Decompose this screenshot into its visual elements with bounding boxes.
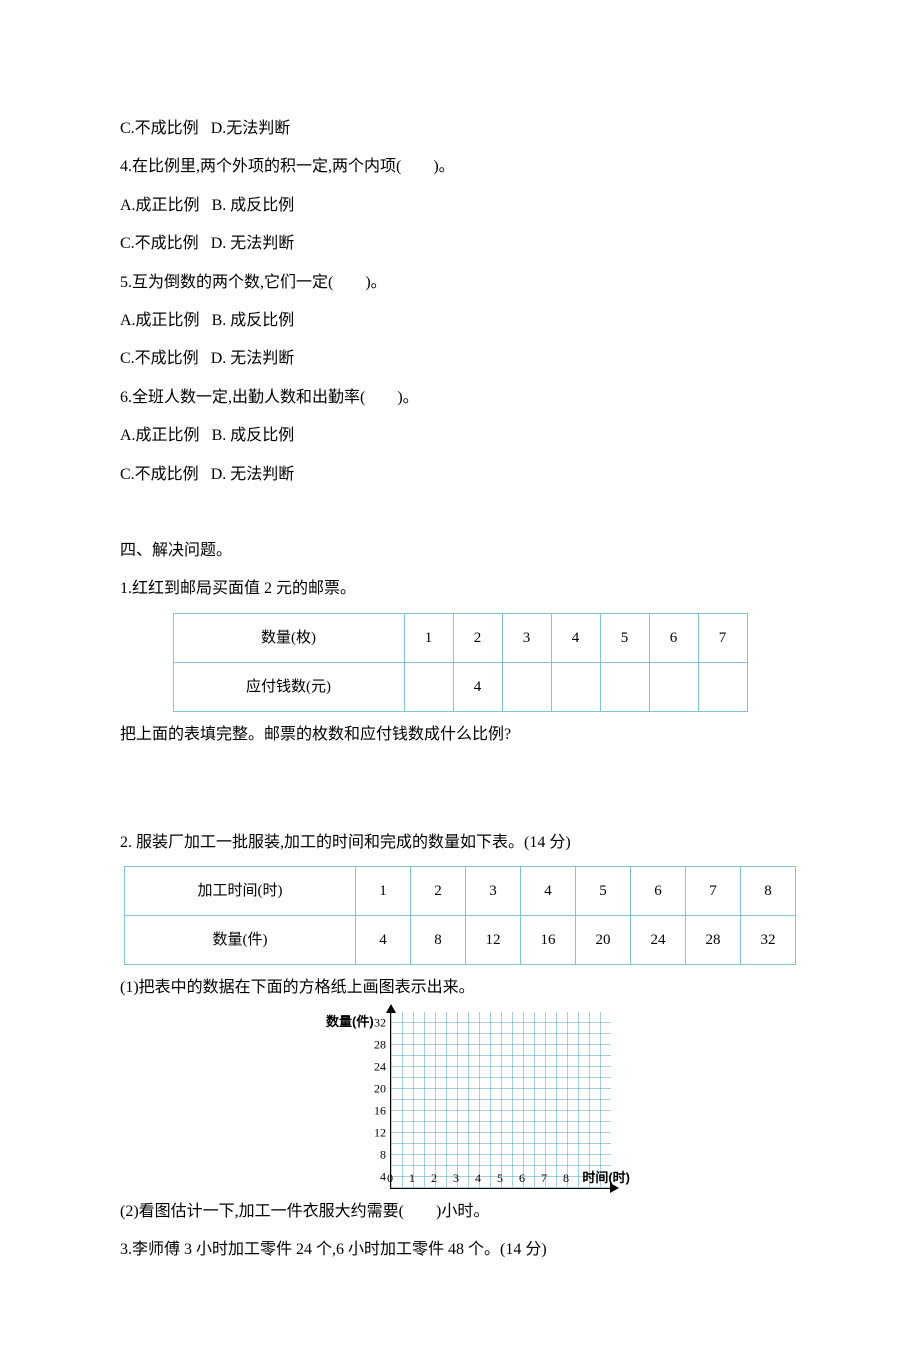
cell: 32 [741,916,796,965]
cell: 4 [551,613,600,662]
y-axis-label: 数量(件) [326,1006,374,1037]
q5-options-ab: A.成正比例 B. 成反比例 [120,302,800,340]
cell: 4 [356,916,411,965]
page: C.不成比例 D.无法判断 4.在比例里,两个外项的积一定,两个内项( )。 A… [120,0,800,1350]
q4-stem: 4.在比例里,两个外项的积一定,两个内项( )。 [120,148,800,186]
cell [600,662,649,711]
cell: 1 [404,613,453,662]
p1-tail: 把上面的表填完整。邮票的枚数和应付钱数成什么比例? [120,716,800,754]
x-axis-label: 时间(时) [582,1162,630,1193]
p1-row2-label: 应付钱数(元) [173,662,404,711]
q6-opt-a: A.成正比例 [120,427,200,444]
p2-table: 加工时间(时) 1 2 3 4 5 6 7 8 数量(件) 4 8 12 16 … [124,866,796,965]
section4-title: 四、解决问题。 [120,532,800,570]
y-tick: 32 [374,1008,386,1037]
p2-row1-label: 加工时间(时) [125,867,356,916]
grid-chart: 数量(件) 时间(时) 4 8 12 16 20 24 28 32 0 1 2 … [300,1012,620,1189]
cell: 20 [576,916,631,965]
cell: 12 [466,916,521,965]
q4-options-ab: A.成正比例 B. 成反比例 [120,187,800,225]
q3-opt-c: C.不成比例 [120,120,199,137]
grid-box [390,1012,611,1189]
x-tick: 1 [409,1164,415,1193]
q5-opt-a: A.成正比例 [120,312,200,329]
q6-opt-d: D. 无法判断 [211,466,295,483]
q4-opt-d: D. 无法判断 [211,235,295,252]
cell [698,662,747,711]
cell: 8 [741,867,796,916]
cell: 6 [649,613,698,662]
q6-stem: 6.全班人数一定,出勤人数和出勤率( )。 [120,379,800,417]
cell: 2 [453,613,502,662]
cell: 16 [521,916,576,965]
x-tick: 4 [475,1164,481,1193]
cell: 5 [576,867,631,916]
cell [502,662,551,711]
cell: 4 [521,867,576,916]
table-row: 加工时间(时) 1 2 3 4 5 6 7 8 [125,867,796,916]
q6-opt-b: B. 成反比例 [212,427,295,444]
cell: 3 [502,613,551,662]
p1-table: 数量(枚) 1 2 3 4 5 6 7 应付钱数(元) 4 [173,613,748,712]
p2-sub2: (2)看图估计一下,加工一件衣服大约需要( )小时。 [120,1193,800,1231]
q6-options-cd: C.不成比例 D. 无法判断 [120,456,800,494]
q6-options-ab: A.成正比例 B. 成反比例 [120,417,800,455]
cell: 3 [466,867,521,916]
cell: 2 [411,867,466,916]
q3-options-cd: C.不成比例 D.无法判断 [120,110,800,148]
cell: 4 [453,662,502,711]
q4-opt-a: A.成正比例 [120,197,200,214]
cell [649,662,698,711]
q5-opt-d: D. 无法判断 [211,350,295,367]
cell: 28 [686,916,741,965]
cell: 24 [631,916,686,965]
p2-sub1: (1)把表中的数据在下面的方格纸上画图表示出来。 [120,969,800,1007]
q5-options-cd: C.不成比例 D. 无法判断 [120,340,800,378]
q4-opt-c: C.不成比例 [120,235,199,252]
table-row: 应付钱数(元) 4 [173,662,747,711]
p3-stem: 3.李师傅 3 小时加工零件 24 个,6 小时加工零件 48 个。(14 分) [120,1231,800,1269]
cell: 7 [686,867,741,916]
q4-opt-b: B. 成反比例 [212,197,295,214]
q5-stem: 5.互为倒数的两个数,它们一定( )。 [120,264,800,302]
x-tick: 8 [563,1164,569,1193]
p2-row2-label: 数量(件) [125,916,356,965]
arrow-up-icon [386,1004,396,1013]
cell: 6 [631,867,686,916]
p2-stem: 2. 服装厂加工一批服装,加工的时间和完成的数量如下表。(14 分) [120,824,800,862]
q5-opt-b: B. 成反比例 [212,312,295,329]
p1-stem: 1.红红到邮局买面值 2 元的邮票。 [120,570,800,608]
x-tick: 0 [387,1164,393,1193]
x-tick: 2 [431,1164,437,1193]
cell: 5 [600,613,649,662]
table-row: 数量(件) 4 8 12 16 20 24 28 32 [125,916,796,965]
x-tick: 5 [497,1164,503,1193]
q4-options-cd: C.不成比例 D. 无法判断 [120,225,800,263]
q3-opt-d: D.无法判断 [211,120,291,137]
q5-opt-c: C.不成比例 [120,350,199,367]
x-tick: 6 [519,1164,525,1193]
table-row: 数量(枚) 1 2 3 4 5 6 7 [173,613,747,662]
x-tick: 7 [541,1164,547,1193]
cell [404,662,453,711]
q6-opt-c: C.不成比例 [120,466,199,483]
cell: 1 [356,867,411,916]
x-tick: 3 [453,1164,459,1193]
cell: 8 [411,916,466,965]
p1-row1-label: 数量(枚) [173,613,404,662]
cell [551,662,600,711]
cell: 7 [698,613,747,662]
